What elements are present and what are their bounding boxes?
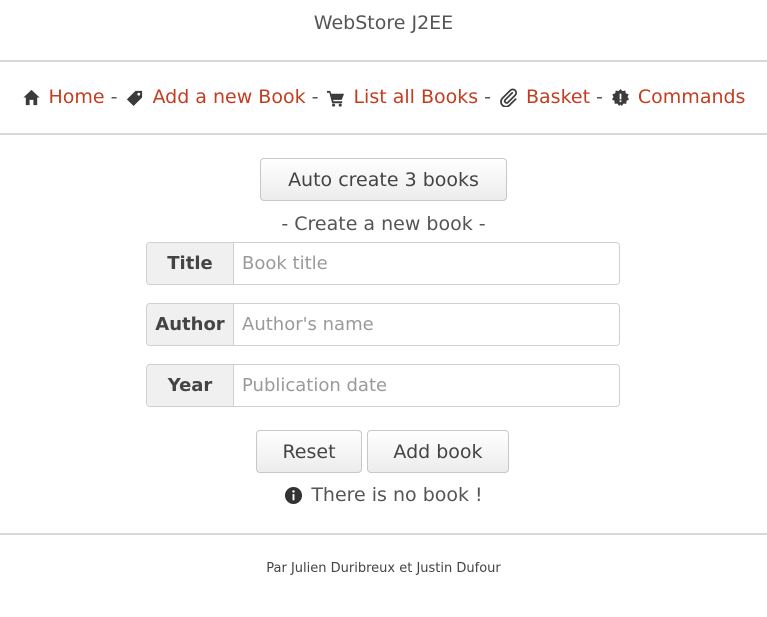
nav-separator: - (311, 86, 319, 108)
form-title: - Create a new book - (281, 213, 486, 235)
nav-separator: - (484, 86, 491, 108)
nav-basket-label: Basket (526, 86, 591, 108)
site-title: WebStore J2EE (313, 12, 454, 34)
title-input[interactable] (234, 243, 619, 284)
tag-icon (127, 90, 143, 106)
nav-home[interactable]: Home (22, 86, 105, 108)
nav-list-books[interactable]: List all Books (326, 86, 478, 108)
empty-notice: There is no book ! (0, 484, 767, 506)
nav-home-label: Home (48, 86, 105, 108)
nav-add-book[interactable]: Add a new Book (125, 86, 306, 108)
title-label: Title (147, 243, 234, 284)
certificate-icon (611, 88, 629, 106)
cart-icon (327, 90, 345, 107)
nav-basket[interactable]: Basket (499, 86, 590, 108)
main-nav: Home - Add a new Book - List all Books -… (0, 86, 767, 108)
auto-create-button[interactable]: Auto create 3 books (260, 158, 507, 201)
title-field-group: Title (146, 242, 620, 285)
empty-notice-text: There is no book ! (311, 484, 483, 506)
year-input[interactable] (234, 365, 619, 406)
nav-divider (0, 133, 767, 135)
nav-commands[interactable]: Commands (611, 86, 746, 108)
header-divider (0, 60, 767, 62)
nav-list-books-label: List all Books (353, 86, 479, 108)
home-icon (22, 89, 40, 105)
year-field-group: Year (146, 364, 620, 407)
nav-commands-label: Commands (637, 86, 746, 108)
info-circle-icon (285, 486, 303, 504)
nav-separator: - (110, 86, 118, 108)
footer-divider (0, 533, 767, 535)
reset-button[interactable]: Reset (256, 430, 362, 473)
nav-add-book-label: Add a new Book (152, 86, 306, 108)
author-label: Author (147, 304, 234, 345)
nav-separator: - (596, 86, 603, 108)
footer-credits: Par Julien Duribreux et Justin Dufour (266, 561, 501, 576)
paperclip-icon (500, 88, 517, 107)
year-label: Year (147, 365, 234, 406)
add-book-button[interactable]: Add book (367, 430, 509, 473)
author-field-group: Author (146, 303, 620, 346)
author-input[interactable] (234, 304, 619, 345)
